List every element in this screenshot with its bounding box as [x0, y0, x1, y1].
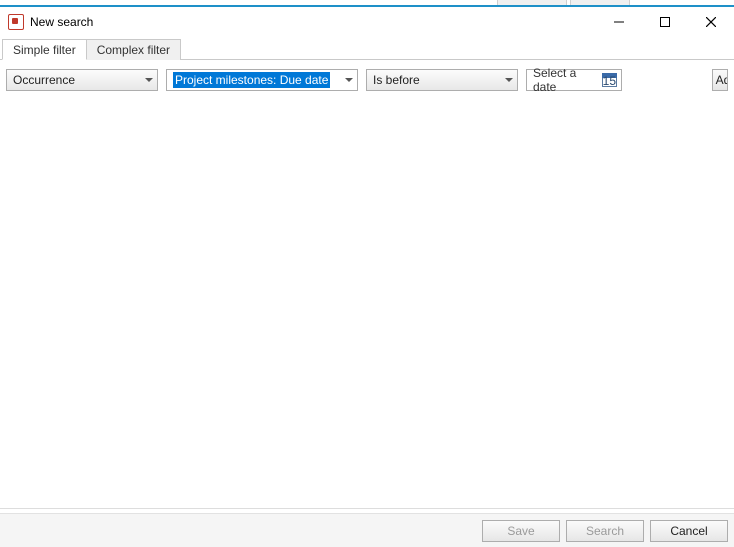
window-title: New search: [30, 15, 93, 29]
close-icon: [706, 17, 716, 27]
save-button-label: Save: [507, 524, 534, 538]
results-area: [0, 92, 734, 509]
titlebar: New search: [0, 7, 734, 37]
occurrence-dropdown[interactable]: Occurrence: [6, 69, 158, 91]
filter-row: Occurrence Project milestones: Due date …: [0, 66, 734, 94]
operator-value: Is before: [373, 73, 420, 87]
maximize-icon: [660, 17, 670, 27]
chevron-down-icon: [505, 78, 513, 82]
add-button[interactable]: Ad: [712, 69, 728, 91]
cancel-button[interactable]: Cancel: [650, 520, 728, 542]
save-button[interactable]: Save: [482, 520, 560, 542]
add-button-label: Ad: [716, 73, 728, 87]
field-value: Project milestones: Due date: [173, 72, 330, 88]
calendar-icon: 15: [602, 73, 617, 87]
operator-dropdown[interactable]: Is before: [366, 69, 518, 91]
field-dropdown[interactable]: Project milestones: Due date: [166, 69, 358, 91]
tab-complex-filter[interactable]: Complex filter: [86, 39, 181, 60]
chevron-down-icon: [345, 78, 353, 82]
chevron-down-icon: [145, 78, 153, 82]
search-button[interactable]: Search: [566, 520, 644, 542]
filter-tabs: Simple filter Complex filter: [0, 38, 734, 60]
footer: Save Search Cancel: [0, 513, 734, 547]
minimize-icon: [614, 17, 624, 27]
maximize-button[interactable]: [642, 7, 688, 37]
cancel-button-label: Cancel: [670, 524, 707, 538]
date-picker[interactable]: Select a date 15: [526, 69, 622, 91]
occurrence-label: Occurrence: [13, 73, 75, 87]
date-placeholder: Select a date: [533, 66, 596, 94]
close-button[interactable]: [688, 7, 734, 37]
search-button-label: Search: [586, 524, 624, 538]
app-icon: [8, 14, 24, 30]
tab-simple-filter[interactable]: Simple filter: [2, 39, 87, 60]
minimize-button[interactable]: [596, 7, 642, 37]
